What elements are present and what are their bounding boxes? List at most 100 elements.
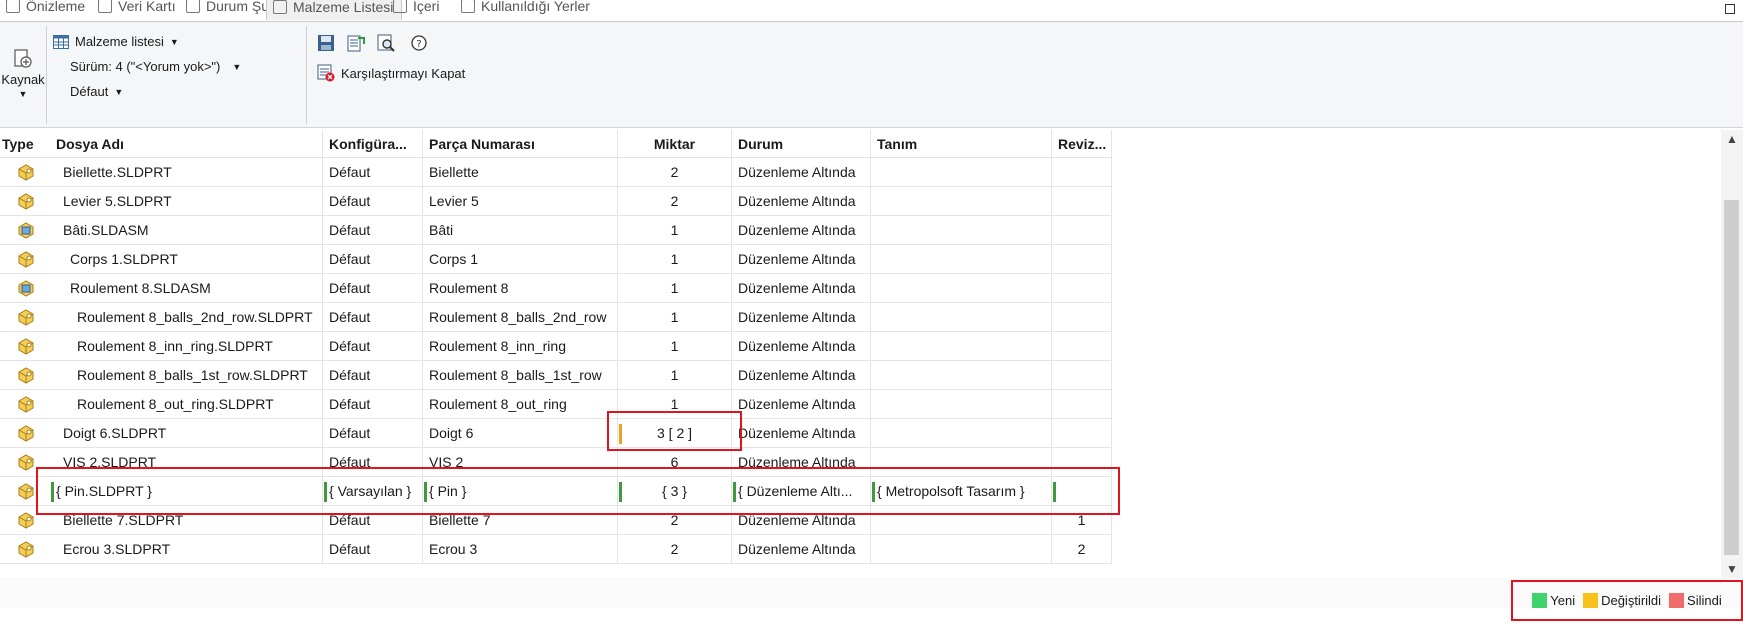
save-icon[interactable] [317, 34, 335, 52]
help-icon[interactable]: ? [410, 34, 428, 52]
scrollbar-thumb[interactable] [1724, 200, 1739, 555]
part-icon [0, 535, 50, 563]
cell-revision [1052, 245, 1112, 273]
cell-file-name: Corps 1.SLDPRT [50, 245, 323, 273]
table-row[interactable]: Roulement 8.SLDASM Défaut Roulement 8 1 Düze… [0, 274, 1112, 303]
cell-description [871, 216, 1052, 244]
legend-swatch [1532, 593, 1548, 608]
tab-label: İçeri [413, 0, 440, 14]
scroll-up-icon[interactable]: ▲ [1726, 132, 1738, 146]
table-header: Type Dosya Adı Konfigüra... Parça Numara… [0, 130, 1112, 158]
cell-configuration: Défaut [323, 535, 423, 563]
cell-quantity: 1 [618, 361, 732, 389]
preview-icon[interactable] [377, 34, 395, 52]
column-header-state[interactable]: Durum [732, 130, 871, 157]
table-row[interactable]: Roulement 8_balls_1st_row.SLDPRT Défaut Ro… [0, 361, 1112, 390]
bom-label: Malzeme listesi [75, 34, 164, 49]
cell-file-name: Levier 5.SLDPRT [50, 187, 323, 215]
cell-configuration: Défaut [323, 158, 423, 186]
chevron-down-icon: ▼ [114, 86, 124, 97]
tab-6[interactable]: Kullanıldığı Yerler [455, 0, 598, 20]
table-row[interactable]: Roulement 8_balls_2nd_row.SLDPRT Défaut Ro… [0, 303, 1112, 332]
cell-quantity: 1 [618, 303, 732, 331]
legend-item-changed: Değiştirildi [1583, 593, 1661, 608]
cell-state: Düzenleme Altında [732, 419, 871, 447]
vertical-scrollbar[interactable]: ▲ ▼ [1721, 130, 1743, 578]
table-row[interactable]: Ecrou 3.SLDPRT Défaut Ecrou 3 2 Düzenleme Al… [0, 535, 1112, 564]
cell-part-number: Roulement 8_inn_ring [423, 332, 618, 360]
cell-part-number: Doigt 6 [423, 419, 618, 447]
cell-state: Düzenleme Altında [732, 187, 871, 215]
cell-description [871, 187, 1052, 215]
tab-label: Malzeme Listesi [293, 0, 394, 15]
tab-3[interactable]: Durum Şu [180, 0, 277, 20]
svg-text:?: ? [416, 39, 421, 50]
cell-quantity: 1 [618, 274, 732, 302]
column-header-part-number[interactable]: Parça Numarası [423, 130, 618, 157]
cell-revision [1052, 187, 1112, 215]
cell-revision [1052, 390, 1112, 418]
toolbar: Kaynak ▼ Malzeme listesi ▼ Sürüm: 4 ("<Y… [0, 22, 1743, 128]
table-row[interactable]: Biellette.SLDPRT Défaut Biellette 2 Düzenlem… [0, 158, 1112, 187]
cell-state: Düzenleme Altında [732, 245, 871, 273]
cell-part-number: Roulement 8 [423, 274, 618, 302]
cell-part-number: Roulement 8_out_ring [423, 390, 618, 418]
tab-4[interactable]: Malzeme Listesi [266, 0, 403, 20]
tab-5[interactable]: İçeri [387, 0, 447, 20]
tab-label: Önizleme [26, 0, 86, 14]
column-header-type[interactable]: Type [0, 130, 50, 157]
cell-revision [1052, 303, 1112, 331]
tab-2[interactable]: Veri Kartı [92, 0, 184, 20]
cell-configuration: Défaut [323, 303, 423, 331]
cell-state: Düzenleme Altında [732, 303, 871, 331]
cell-state: Düzenleme Altında [732, 390, 871, 418]
column-header-configuration[interactable]: Konfigüra... [323, 130, 423, 157]
assembly-icon [0, 274, 50, 302]
version-dropdown[interactable]: Sürüm: 4 ("<Yorum yok>") ▼ [70, 59, 241, 74]
source-button[interactable]: Kaynak ▼ [0, 48, 46, 99]
close-compare-button[interactable]: Karşılaştırmayı Kapat [317, 64, 465, 82]
cell-quantity: 1 [618, 216, 732, 244]
part-icon [0, 245, 50, 273]
table-row[interactable]: Corps 1.SLDPRT Défaut Corps 1 1 Düzenleme Al… [0, 245, 1112, 274]
tab-1[interactable]: Önizleme [0, 0, 93, 20]
tab-label: Veri Kartı [118, 0, 176, 14]
cell-description [871, 361, 1052, 389]
bom-dropdown[interactable]: Malzeme listesi ▼ [53, 34, 179, 49]
cell-revision [1052, 361, 1112, 389]
table-row[interactable]: Levier 5.SLDPRT Défaut Levier 5 2 Düzenleme … [0, 187, 1112, 216]
table-row[interactable]: Doigt 6.SLDPRT Défaut Doigt 63 [ 2 ] Düzenl… [0, 419, 1112, 448]
table-row[interactable]: Roulement 8_out_ring.SLDPRT Défaut Rouleme… [0, 390, 1112, 419]
column-header-description[interactable]: Tanım [871, 130, 1052, 157]
cell-description [871, 419, 1052, 447]
column-header-file-name[interactable]: Dosya Adı [50, 130, 323, 157]
chevron-down-icon: ▼ [232, 61, 242, 72]
source-label: Kaynak [1, 72, 45, 87]
scroll-down-icon[interactable]: ▼ [1726, 562, 1738, 576]
cell-state: Düzenleme Altında [732, 332, 871, 360]
column-header-revision[interactable]: Reviz... [1052, 130, 1112, 157]
tab-icon [6, 0, 20, 13]
legend-swatch [1583, 593, 1599, 608]
cell-configuration: Défaut [323, 245, 423, 273]
chevron-down-icon: ▼ [18, 89, 28, 99]
cell-description [871, 245, 1052, 273]
column-header-quantity[interactable]: Miktar [618, 130, 732, 157]
restore-window-icon[interactable] [1725, 4, 1735, 14]
table-row[interactable]: Bâti.SLDASM Défaut Bâti 1 Düzenleme Altında [0, 216, 1112, 245]
cell-state: Düzenleme Altında [732, 361, 871, 389]
tab-icon [98, 0, 112, 13]
cell-part-number: Corps 1 [423, 245, 618, 273]
export-icon[interactable] [347, 34, 365, 52]
part-icon [0, 361, 50, 389]
part-icon [0, 158, 50, 186]
config-dropdown[interactable]: Défaut ▼ [70, 84, 123, 99]
cell-quantity: 2 [618, 158, 732, 186]
cell-file-name: Roulement 8.SLDASM [50, 274, 323, 302]
close-compare-label: Karşılaştırmayı Kapat [341, 65, 466, 81]
table-row[interactable]: Roulement 8_inn_ring.SLDPRT Défaut Rouleme… [0, 332, 1112, 361]
legend-swatch [1669, 593, 1685, 608]
new-row-highlight [36, 467, 1120, 515]
tab-strip: Önizleme Veri Kartı Durum Şu Malzeme Listes… [0, 0, 1743, 22]
cell-description [871, 158, 1052, 186]
